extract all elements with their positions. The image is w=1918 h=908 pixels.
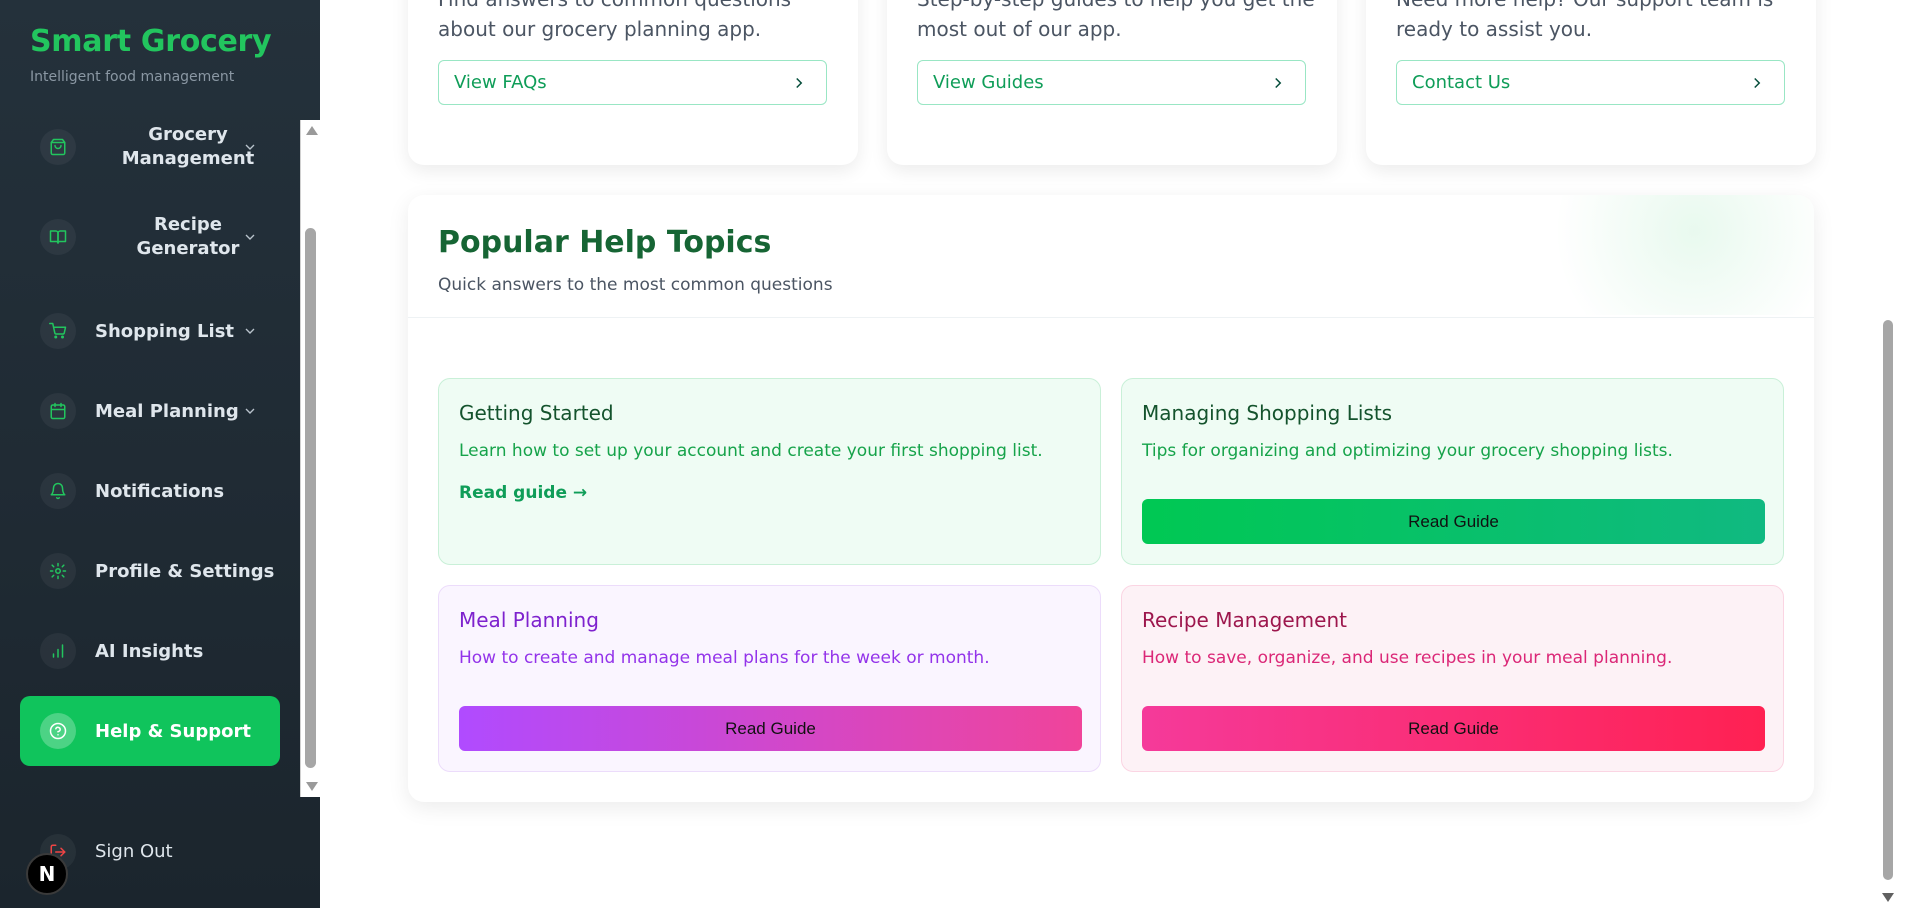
topic-title: Getting Started: [459, 401, 614, 425]
sidebar-item-help-support[interactable]: Help & Support: [20, 696, 280, 766]
sidebar-item-label: Shopping List: [95, 320, 235, 342]
main-content: Find answers to common questions about o…: [320, 0, 1898, 908]
card-description: Need more help? Our support team is read…: [1396, 0, 1773, 41]
sidebar-item-recipe-generator[interactable]: Recipe Generator: [20, 202, 280, 272]
view-faqs-button[interactable]: View FAQs: [438, 60, 827, 105]
topic-title: Recipe Management: [1142, 608, 1347, 632]
sidebar-item-label: Notifications: [95, 480, 225, 502]
read-guide-button[interactable]: Read Guide: [1142, 706, 1765, 751]
sidebar-item-profile-settings[interactable]: Profile & Settings: [20, 536, 280, 606]
book-icon: [40, 219, 76, 255]
topic-meal-planning: Meal Planning How to create and manage m…: [438, 585, 1101, 772]
sidebar-scrollbar[interactable]: [300, 120, 320, 797]
chevron-right-icon: [1748, 74, 1766, 92]
card-description: Find answers to common questions about o…: [438, 0, 791, 41]
topic-managing-shopping-lists: Managing Shopping Lists Tips for organiz…: [1121, 378, 1784, 565]
topic-recipe-management: Recipe Management How to save, organize,…: [1121, 585, 1784, 772]
cart-icon: [40, 313, 76, 349]
page-scroll-thumb[interactable]: [1883, 320, 1893, 880]
topic-title: Meal Planning: [459, 608, 599, 632]
sidebar-item-ai-insights[interactable]: AI Insights: [20, 616, 280, 686]
topic-title: Managing Shopping Lists: [1142, 401, 1393, 425]
brand-title[interactable]: Smart Grocery: [30, 24, 272, 59]
bar-chart-icon: [40, 633, 76, 669]
contact-card: Need more help? Our support team is read…: [1366, 0, 1816, 165]
brand-subtitle: Intelligent food management: [30, 69, 235, 85]
section-title: Popular Help Topics: [438, 225, 772, 260]
sidebar-item-grocery-management[interactable]: Grocery Management: [20, 120, 280, 182]
sidebar-item-meal-planning[interactable]: Meal Planning: [20, 376, 280, 446]
topic-description: Learn how to set up your account and cre…: [459, 441, 1043, 461]
divider: [408, 317, 1814, 318]
bell-icon: [40, 473, 76, 509]
topic-description: How to save, organize, and use recipes i…: [1142, 648, 1673, 668]
view-guides-button[interactable]: View Guides: [917, 60, 1306, 105]
guides-card: Step-by-step guides to help you get the …: [887, 0, 1337, 165]
calendar-icon: [40, 393, 76, 429]
sidebar-item-label: Profile & Settings: [95, 560, 275, 582]
topic-description: Tips for organizing and optimizing your …: [1142, 441, 1673, 461]
read-guide-button[interactable]: Read Guide: [459, 706, 1082, 751]
read-guide-button[interactable]: Read Guide: [1142, 499, 1765, 544]
chevron-down-icon[interactable]: [242, 323, 258, 339]
sidebar-item-label: Meal Planning: [95, 400, 239, 422]
sign-out-label: Sign Out: [95, 841, 173, 862]
topic-getting-started: Getting Started Learn how to set up your…: [438, 378, 1101, 565]
framework-badge[interactable]: N: [26, 853, 68, 895]
brand: Smart Grocery Intelligent food managemen…: [30, 24, 272, 85]
topic-description: How to create and manage meal plans for …: [459, 648, 990, 668]
scroll-down-arrow-icon[interactable]: [306, 782, 318, 791]
sidebar: Smart Grocery Intelligent food managemen…: [0, 0, 320, 908]
chevron-right-icon: [1269, 74, 1287, 92]
sidebar-item-shopping-list[interactable]: Shopping List: [20, 296, 280, 366]
chevron-right-icon: [790, 74, 808, 92]
popular-help-topics: Popular Help Topics Quick answers to the…: [408, 195, 1814, 802]
scroll-up-arrow-icon[interactable]: [306, 126, 318, 135]
card-description: Step-by-step guides to help you get the …: [917, 0, 1315, 41]
contact-us-button[interactable]: Contact Us: [1396, 60, 1785, 105]
section-subtitle: Quick answers to the most common questio…: [438, 275, 833, 295]
shopping-bag-icon: [40, 129, 76, 165]
sidebar-item-notifications[interactable]: Notifications: [20, 456, 280, 526]
chevron-down-icon[interactable]: [242, 229, 258, 245]
chevron-down-icon[interactable]: [242, 139, 258, 155]
button-label: View FAQs: [454, 72, 547, 93]
read-guide-link[interactable]: Read guide →: [459, 483, 587, 503]
sidebar-item-label: Help & Support: [95, 720, 251, 742]
sidebar-nav: Grocery Management Recipe Generator Shop…: [0, 120, 300, 797]
button-label: Contact Us: [1412, 72, 1511, 93]
button-label: View Guides: [933, 72, 1044, 93]
chevron-down-icon[interactable]: [242, 403, 258, 419]
faq-card: Find answers to common questions about o…: [408, 0, 858, 165]
page-scrollbar[interactable]: [1878, 0, 1898, 908]
sidebar-item-label: AI Insights: [95, 640, 204, 662]
scroll-down-arrow-icon[interactable]: [1882, 893, 1894, 902]
help-circle-icon: [40, 713, 76, 749]
sidebar-scroll-thumb[interactable]: [305, 228, 316, 768]
gear-icon: [40, 553, 76, 589]
